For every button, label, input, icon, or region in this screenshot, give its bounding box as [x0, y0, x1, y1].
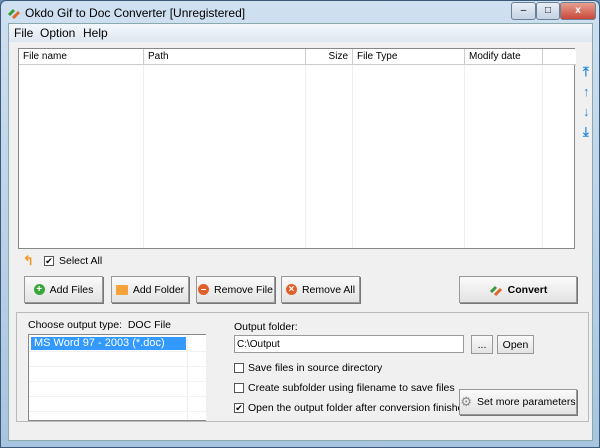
set-more-parameters-button[interactable]: ⚙ Set more parameters [459, 389, 577, 415]
output-format-list[interactable]: MS Word 97 - 2003 (*.doc) [28, 334, 206, 421]
set-more-parameters-label: Set more parameters [477, 396, 576, 408]
output-folder-input[interactable] [234, 335, 464, 353]
col-file-name[interactable]: File name [19, 49, 144, 65]
move-top-icon[interactable]: ⤒ [583, 64, 589, 80]
create-subfolder-checkbox[interactable] [234, 383, 244, 393]
move-up-icon[interactable]: ↑ [583, 84, 590, 99]
gear-icon: ⚙ [460, 394, 473, 409]
minimize-button[interactable]: – [511, 2, 536, 20]
divider [464, 65, 465, 248]
window-title: Okdo Gif to Doc Converter [Unregistered] [25, 6, 246, 20]
select-all-label: Select All [59, 255, 103, 267]
add-files-button[interactable]: + Add Files [24, 276, 103, 303]
app-logo-icon [7, 8, 21, 19]
move-down-icon[interactable]: ↓ [583, 104, 590, 119]
file-table[interactable]: File name Path Size File Type Modify dat… [18, 48, 576, 249]
menu-help[interactable]: Help [83, 26, 108, 40]
folder-icon [115, 284, 128, 295]
col-blank [543, 49, 576, 65]
remove-all-label: Remove All [301, 283, 356, 296]
add-folder-label: Add Folder [132, 283, 185, 296]
x-circle-icon: × [285, 284, 297, 295]
convert-label: Convert [507, 283, 548, 296]
output-settings-group: Choose output type: DOC File MS Word 97 … [16, 312, 589, 422]
browse-button[interactable]: ... [471, 335, 493, 354]
remove-all-button[interactable]: × Remove All [281, 276, 360, 303]
open-button[interactable]: Open [497, 335, 534, 354]
app-window: Okdo Gif to Doc Converter [Unregistered]… [0, 0, 600, 448]
save-in-source-checkbox[interactable] [234, 363, 244, 373]
select-all-checkbox[interactable]: ✔ [44, 256, 54, 266]
close-button[interactable]: x [560, 2, 596, 20]
menu-file[interactable]: File [14, 26, 33, 40]
col-size[interactable]: Size [306, 49, 353, 65]
menu-option[interactable]: Option [40, 26, 75, 40]
divider [542, 65, 543, 248]
divider [143, 65, 144, 248]
col-modify-date[interactable]: Modify date [465, 49, 543, 65]
remove-file-label: Remove File [214, 283, 273, 296]
col-path[interactable]: Path [144, 49, 306, 65]
remove-file-button[interactable]: – Remove File [196, 276, 275, 303]
parent-folder-icon[interactable]: ↰ [23, 253, 34, 269]
output-type-value: DOC File [127, 319, 171, 331]
create-subfolder-label: Create subfolder using filename to save … [248, 382, 455, 394]
open-output-folder-label: Open the output folder after conversion … [248, 402, 470, 414]
format-item-doc[interactable]: MS Word 97 - 2003 (*.doc) [31, 337, 186, 350]
output-folder-label: Output folder: [234, 321, 298, 333]
divider [305, 65, 306, 248]
client-area: File Option Help File name Path Size Fil… [8, 23, 593, 441]
open-output-folder-checkbox[interactable]: ✔ [234, 403, 244, 413]
add-folder-button[interactable]: Add Folder [111, 276, 189, 303]
minus-icon: – [198, 284, 210, 295]
save-in-source-label: Save files in source directory [248, 362, 383, 374]
add-files-label: Add Files [49, 283, 94, 296]
convert-button[interactable]: Convert [459, 276, 577, 303]
col-file-type[interactable]: File Type [353, 49, 465, 65]
output-type-label: Choose output type: DOC File [28, 319, 171, 331]
move-bottom-icon[interactable]: ⤓ [583, 124, 589, 140]
divider [352, 65, 353, 248]
menu-bar: File Option Help [9, 24, 592, 42]
maximize-button[interactable]: □ [536, 2, 560, 20]
convert-icon [489, 285, 502, 296]
plus-icon: + [33, 284, 45, 295]
